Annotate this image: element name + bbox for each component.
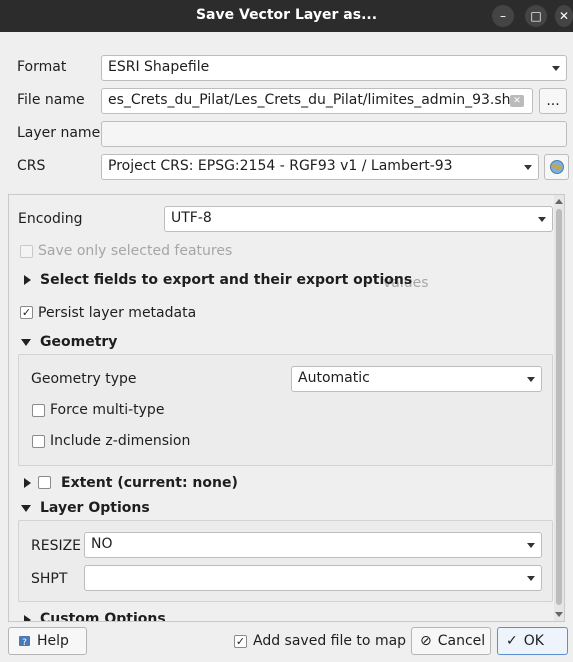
save-selected-label: Save only selected features xyxy=(38,243,233,259)
expand-arrow-icon[interactable] xyxy=(24,275,31,285)
chevron-down-icon xyxy=(527,377,535,382)
crs-value: Project CRS: EPSG:2154 - RGF93 v1 / Lamb… xyxy=(108,158,453,174)
layer-options-header[interactable]: Layer Options xyxy=(40,500,150,516)
collapse-arrow-icon[interactable] xyxy=(21,505,31,512)
minimize-button[interactable]: – xyxy=(492,5,514,27)
select-fields-header[interactable]: Select fields to export and their export… xyxy=(40,272,412,288)
geometry-header[interactable]: Geometry xyxy=(40,334,117,350)
include-z-checkbox[interactable] xyxy=(32,435,45,448)
resize-select[interactable]: NO xyxy=(84,532,542,558)
crs-label: CRS xyxy=(17,158,46,174)
crs-select[interactable]: Project CRS: EPSG:2154 - RGF93 v1 / Lamb… xyxy=(101,154,539,180)
check-icon: ✓ xyxy=(506,633,518,649)
crs-selector-button[interactable] xyxy=(544,154,569,180)
scrollbar-thumb[interactable] xyxy=(556,209,562,605)
file-name-label: File name xyxy=(17,92,85,108)
shpt-select[interactable] xyxy=(84,565,542,591)
help-icon: ? xyxy=(19,636,30,648)
collapse-arrow-icon[interactable] xyxy=(21,339,31,346)
chevron-down-icon xyxy=(552,66,560,71)
chevron-down-icon xyxy=(538,217,546,222)
save-selected-checkbox[interactable] xyxy=(20,245,33,258)
encoding-select[interactable]: UTF-8 xyxy=(164,206,553,232)
file-name-value: es_Crets_du_Pilat/Les_Crets_du_Pilat/lim… xyxy=(108,92,520,108)
add-to-map-label: Add saved file to map xyxy=(253,633,407,649)
vertical-scrollbar[interactable] xyxy=(554,195,564,621)
file-name-input[interactable]: es_Crets_du_Pilat/Les_Crets_du_Pilat/lim… xyxy=(101,88,533,114)
ok-label: OK xyxy=(523,633,544,649)
cancel-label: Cancel xyxy=(437,633,486,649)
format-value: ESRI Shapefile xyxy=(108,59,210,75)
title-bar: Save Vector Layer as... – □ ✕ xyxy=(0,0,573,32)
geometry-type-select[interactable]: Automatic xyxy=(291,366,542,392)
persist-metadata-label: Persist layer metadata xyxy=(38,305,197,321)
encoding-label: Encoding xyxy=(18,211,83,227)
browse-button[interactable]: ... xyxy=(539,88,567,114)
format-select[interactable]: ESRI Shapefile xyxy=(101,55,567,81)
scroll-up-icon[interactable] xyxy=(555,199,563,204)
expand-arrow-icon[interactable] xyxy=(24,478,31,488)
scroll-down-icon[interactable] xyxy=(555,612,563,617)
extent-checkbox[interactable] xyxy=(38,476,51,489)
layer-options-group: RESIZE NO SHPT xyxy=(18,520,553,602)
add-to-map-checkbox[interactable]: ✓ xyxy=(234,635,247,648)
format-label: Format xyxy=(17,59,67,75)
cancel-icon: ⊘ xyxy=(420,633,432,649)
help-label: Help xyxy=(37,633,69,649)
minimize-icon: – xyxy=(500,9,506,23)
maximize-icon: □ xyxy=(530,9,542,23)
force-multi-checkbox[interactable] xyxy=(32,404,45,417)
svg-text:?: ? xyxy=(22,638,27,648)
resize-value: NO xyxy=(91,536,113,552)
clear-icon[interactable]: ✕ xyxy=(510,95,524,107)
close-icon: ✕ xyxy=(558,9,570,23)
geometry-group: Geometry type Automatic Force multi-type… xyxy=(18,354,553,466)
browse-label: ... xyxy=(546,93,560,109)
maximize-button[interactable]: □ xyxy=(525,5,547,27)
persist-metadata-checkbox[interactable]: ✓ xyxy=(20,306,33,319)
ok-button[interactable]: ✓ OK xyxy=(497,627,568,655)
shpt-label: SHPT xyxy=(31,571,68,587)
options-scroll-area[interactable]: Encoding UTF-8 Save only selected featur… xyxy=(8,194,565,622)
force-multi-label: Force multi-type xyxy=(50,402,165,418)
expand-arrow-icon[interactable] xyxy=(24,615,31,621)
layer-name-input[interactable] xyxy=(101,121,567,147)
layer-name-label: Layer name xyxy=(17,125,101,141)
extent-header[interactable]: Extent (current: none) xyxy=(61,475,238,491)
help-button[interactable]: ? Help xyxy=(8,627,87,655)
window-title: Save Vector Layer as... xyxy=(195,7,378,23)
geometry-type-label: Geometry type xyxy=(31,371,137,387)
chevron-down-icon xyxy=(524,165,532,170)
resize-label: RESIZE xyxy=(31,538,82,554)
custom-options-header[interactable]: Custom Options xyxy=(40,611,166,621)
include-z-label: Include z-dimension xyxy=(50,433,191,449)
geometry-type-value: Automatic xyxy=(298,370,370,386)
globe-icon xyxy=(549,160,564,174)
close-button[interactable]: ✕ xyxy=(555,5,573,27)
cancel-button[interactable]: ⊘ Cancel xyxy=(411,627,491,655)
chevron-down-icon xyxy=(527,543,535,548)
chevron-down-icon xyxy=(527,576,535,581)
encoding-value: UTF-8 xyxy=(171,210,212,226)
